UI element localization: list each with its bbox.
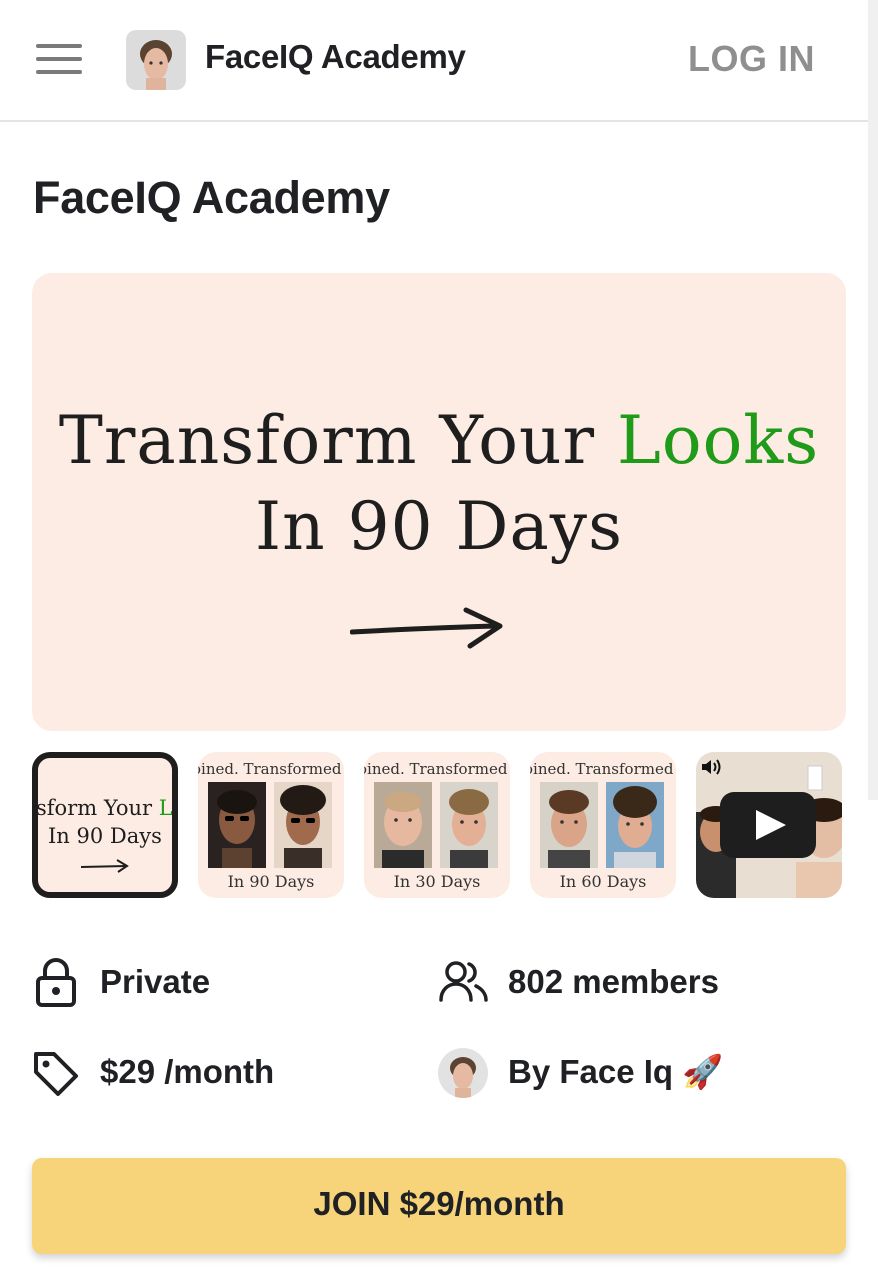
page-title: FaceIQ Academy [33, 172, 390, 223]
join-button[interactable]: JOIN $29/month [32, 1158, 846, 1254]
owner-label[interactable]: By Face Iq 🚀 [508, 1053, 723, 1092]
thumbnail-transformation-3[interactable]: oined. Transformed In 60 Days [530, 752, 676, 898]
price-tag-icon [32, 1050, 78, 1096]
thumbnail-slide-selected[interactable]: sform Your L In 90 Days [32, 752, 178, 898]
hero-headline: Transform Your Looks [0, 402, 878, 479]
hero-headline-accent: Looks [617, 402, 820, 479]
arrow-right-icon [80, 859, 129, 873]
thumb-duration: In 60 Days [559, 872, 647, 891]
arrow-right-icon [350, 607, 503, 649]
thumbnail-video[interactable] [696, 752, 842, 898]
after-photo [606, 782, 664, 868]
member-count[interactable]: 802 members [508, 963, 719, 1001]
group-logo[interactable] [126, 30, 186, 90]
play-icon[interactable] [720, 792, 816, 858]
hero-headline-prefix: Transform Your [58, 402, 617, 479]
volume-icon[interactable] [700, 758, 722, 781]
after-photo [274, 782, 332, 868]
hamburger-menu-icon[interactable] [36, 42, 82, 76]
privacy-label: Private [100, 963, 211, 1000]
before-photo [374, 782, 432, 868]
users-icon [438, 960, 488, 1004]
lock-icon [34, 958, 78, 1007]
thumbnail-transformation-2[interactable]: oined. Transformed In 30 Days [364, 752, 510, 898]
owner-avatar[interactable] [438, 1048, 488, 1098]
thumb-caption: oined. Transformed [530, 760, 674, 778]
join-button-label: JOIN $29/month [313, 1185, 565, 1222]
before-photo [208, 782, 266, 868]
before-photo [540, 782, 598, 868]
after-photo [440, 782, 498, 868]
scrollbar[interactable] [868, 0, 878, 800]
thumb-slide-line2: In 90 Days [48, 824, 162, 848]
thumb-duration: In 30 Days [393, 872, 481, 891]
thumb-duration: In 90 Days [227, 872, 315, 891]
thumbnail-transformation-1[interactable]: oined. Transformed In 90 Days [198, 752, 344, 898]
brand-name[interactable]: FaceIQ Academy [205, 38, 466, 76]
hero-subline: In 90 Days [255, 488, 623, 565]
thumb-caption: oined. Transformed [198, 760, 342, 778]
top-bar: FaceIQ Academy LOG IN [0, 0, 878, 122]
thumb-caption: oined. Transformed [364, 760, 508, 778]
login-button[interactable]: LOG IN [688, 38, 815, 80]
price-label: $29 /month [100, 1053, 275, 1090]
thumb-slide-line1: sform Your L [36, 796, 173, 820]
